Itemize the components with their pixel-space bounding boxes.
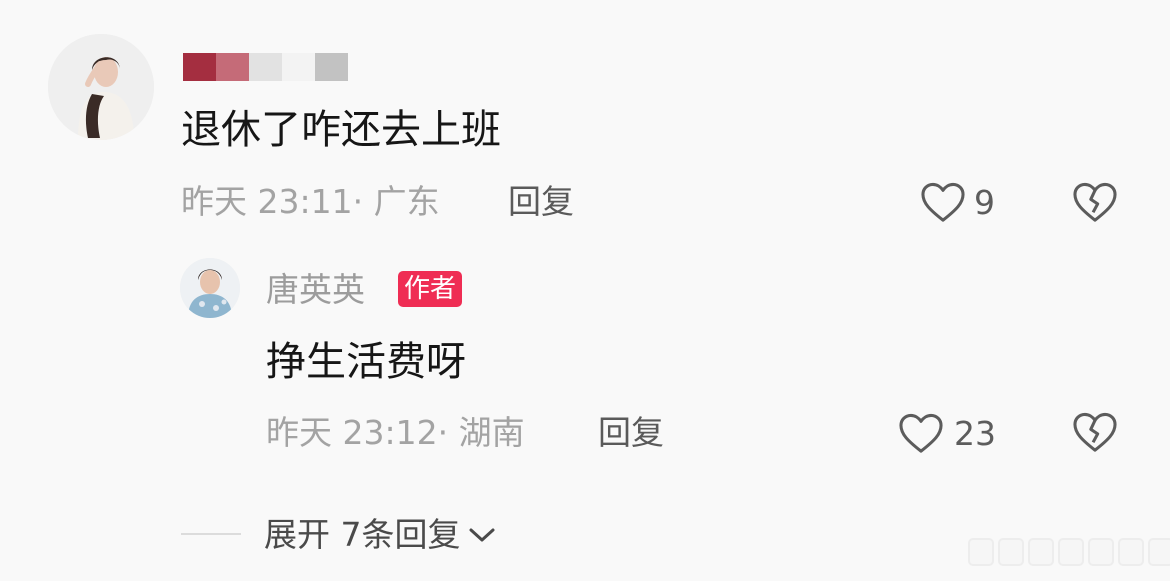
- reply-like-button[interactable]: 23: [898, 411, 996, 455]
- expand-divider: [181, 533, 241, 535]
- broken-heart-icon: [1073, 182, 1117, 222]
- author-avatar[interactable]: [180, 258, 240, 318]
- censor-block: [315, 53, 348, 81]
- avatar-photo: [180, 258, 240, 318]
- heart-outline-icon: [899, 413, 943, 453]
- author-badge: 作者: [398, 271, 463, 307]
- comment-dislike-button[interactable]: [1072, 181, 1118, 227]
- censor-block: [249, 53, 282, 81]
- censor-block: [183, 53, 216, 81]
- reply-button[interactable]: 回复: [508, 180, 574, 224]
- watermark: [968, 538, 1170, 566]
- like-count: 23: [954, 413, 996, 453]
- comment-text: 退休了咋还去上班: [181, 107, 501, 153]
- chevron-down-icon: [469, 528, 494, 542]
- expand-replies-button[interactable]: 展开 7条回复: [264, 513, 497, 557]
- commenter-avatar[interactable]: [48, 34, 154, 140]
- heart-outline-icon: [921, 182, 965, 222]
- avatar-photo: [48, 34, 154, 140]
- reply-time-location: 昨天 23:12· 湖南: [266, 413, 525, 452]
- like-count: 9: [974, 182, 995, 222]
- reply-text: 挣生活费呀: [266, 339, 466, 385]
- commenter-username-censored[interactable]: [183, 53, 348, 81]
- reply-button[interactable]: 回复: [598, 411, 664, 455]
- broken-heart-icon: [1073, 412, 1117, 452]
- censor-block: [282, 53, 315, 81]
- expand-replies-label: 展开 7条回复: [264, 515, 461, 554]
- comment-time-location: 昨天 23:11· 广东: [181, 182, 440, 221]
- censor-block: [216, 53, 249, 81]
- comment-like-button[interactable]: 9: [920, 180, 995, 224]
- reply-dislike-button[interactable]: [1072, 411, 1118, 457]
- reply-author-name[interactable]: 唐英英: [266, 268, 365, 312]
